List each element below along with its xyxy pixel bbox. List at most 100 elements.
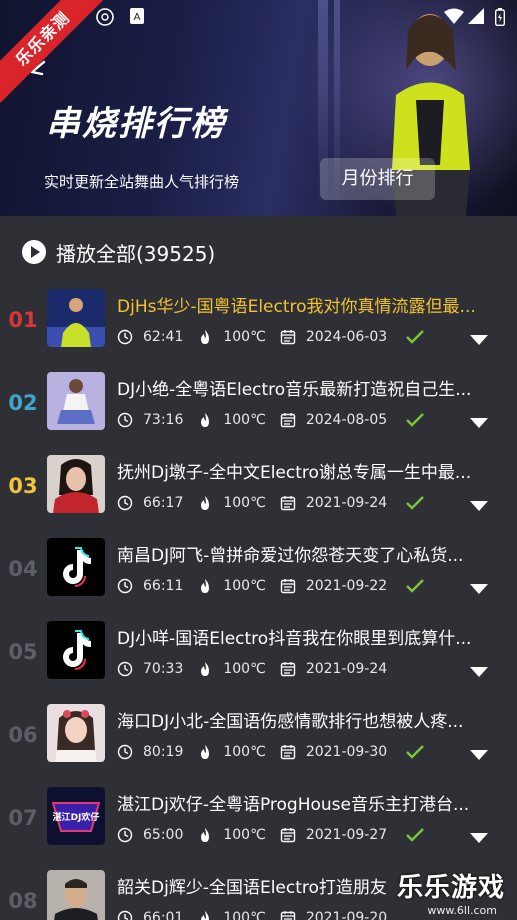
track-rank: 07 — [8, 806, 38, 830]
calendar-icon — [280, 662, 296, 677]
track-meta: 70:33 100℃ 2021-09-24 — [117, 659, 401, 679]
play-all-button[interactable]: 播放全部(39525) — [22, 234, 215, 270]
track-cover-image — [47, 704, 105, 762]
track-meta: 73:16 100℃ 2024-08-05 — [117, 410, 425, 430]
track-duration: 70:33 — [143, 661, 184, 677]
track-duration: 62:41 — [143, 329, 184, 345]
chevron-down-icon[interactable] — [470, 584, 488, 594]
header-banner: A 串烧排行榜 实时更新全站舞曲人气排行榜 月份排行 — [0, 0, 517, 216]
chevron-down-icon[interactable] — [470, 750, 488, 760]
check-icon — [406, 496, 425, 510]
chevron-down-icon[interactable] — [470, 501, 488, 511]
flame-icon — [201, 828, 210, 842]
track-heat: 100℃ — [223, 827, 266, 843]
track-row[interactable]: 03 抚州Dj墩子-全中文Electro谢总专属一生中最... 66:17 10… — [0, 446, 517, 529]
track-meta: 66:11 100℃ 2021-09-22 — [117, 576, 425, 596]
tiktok-logo-icon — [47, 621, 105, 679]
track-heat: 100℃ — [223, 744, 266, 760]
track-duration: 65:00 — [143, 827, 184, 843]
watermark-url: www.6ll.com — [427, 904, 497, 917]
disc-icon — [96, 8, 114, 26]
track-meta: 66:17 100℃ 2021-09-24 — [117, 493, 425, 513]
track-heat: 100℃ — [223, 412, 266, 428]
tiktok-logo-icon — [47, 538, 105, 596]
flame-icon — [201, 662, 210, 676]
track-heat: 100℃ — [223, 578, 266, 594]
svg-text:A: A — [134, 12, 141, 23]
calendar-icon — [280, 579, 296, 594]
track-cover-image: 湛江DJ欢仔 — [47, 787, 105, 845]
track-row[interactable]: 05 DJ小咩-国语Electro抖音我在你眼里到底算什... 70:33 10… — [0, 612, 517, 695]
check-icon — [406, 413, 425, 427]
track-rank: 08 — [8, 889, 38, 913]
track-meta: 62:41 100℃ 2024-06-03 — [117, 327, 425, 347]
clock-icon — [117, 744, 133, 760]
track-date: 2024-06-03 — [305, 329, 388, 345]
wifi-icon — [444, 8, 464, 24]
track-date: 2021-09-30 — [305, 744, 388, 760]
calendar-icon — [280, 828, 296, 843]
track-date: 2021-09-27 — [305, 827, 388, 843]
clock-icon — [117, 329, 133, 345]
track-rank: 03 — [8, 474, 38, 498]
clock-icon — [117, 412, 133, 428]
track-meta: 66:01 100℃ 2021-09-20 — [117, 908, 401, 920]
calendar-icon — [280, 413, 296, 428]
play-circle-icon — [22, 240, 46, 264]
flame-icon — [201, 579, 210, 593]
track-rank: 06 — [8, 723, 38, 747]
track-rank: 01 — [8, 308, 38, 332]
check-icon — [406, 579, 425, 593]
track-row[interactable]: 06 海口DJ小北-全国语伤感情歌排行也想被人疼... 80:19 100℃ 2… — [0, 695, 517, 778]
cover-text: 湛江DJ欢仔 — [53, 811, 100, 823]
battery-icon — [495, 8, 505, 26]
track-cover-image — [47, 870, 105, 920]
text-icon: A — [130, 8, 144, 24]
track-row[interactable]: 01 DjHs华少-国粤语Electro我对你真情流露但最... 62:41 1… — [0, 280, 517, 363]
chevron-down-icon[interactable] — [470, 667, 488, 677]
track-duration: 66:11 — [143, 578, 184, 594]
watermark: 乐乐游戏 www.6ll.com — [395, 866, 513, 920]
track-date: 2024-08-05 — [305, 412, 388, 428]
track-rank: 04 — [8, 557, 38, 581]
screen: A 串烧排行榜 实时更新全站舞曲人气排行榜 月份排行 乐乐亲测 播放全部(395… — [0, 0, 517, 920]
track-title: DJ小绝-全粤语Electro音乐最新打造祝自己生... — [117, 380, 472, 400]
flame-icon — [201, 330, 210, 344]
track-row[interactable]: 07 湛江DJ欢仔 湛江Dj欢仔-全粤语ProgHouse音乐主打港台... 6… — [0, 778, 517, 861]
track-meta: 80:19 100℃ 2021-09-30 — [117, 742, 425, 762]
signal-icon — [468, 8, 484, 24]
clock-icon — [117, 495, 133, 511]
track-date: 2021-09-20 — [305, 910, 388, 920]
chevron-down-icon[interactable] — [470, 833, 488, 843]
clock-icon — [117, 578, 133, 594]
track-rank: 02 — [8, 391, 38, 415]
track-row[interactable]: 04 南昌DJ阿飞-曾拼命爱过你怨苍天变了心私货... 66:11 100℃ 2… — [0, 529, 517, 612]
chevron-down-icon[interactable] — [470, 418, 488, 428]
track-title: 海口DJ小北-全国语伤感情歌排行也想被人疼... — [117, 712, 464, 732]
track-cover-image — [47, 372, 105, 430]
track-heat: 100℃ — [223, 910, 266, 920]
clock-icon — [117, 910, 133, 920]
month-ranking-button[interactable]: 月份排行 — [320, 158, 435, 200]
flame-icon — [201, 496, 210, 510]
page-title: 串烧排行榜 — [46, 104, 226, 144]
track-title: 湛江Dj欢仔-全粤语ProgHouse音乐主打港台... — [117, 795, 470, 815]
track-row[interactable]: 02 DJ小绝-全粤语Electro音乐最新打造祝自己生... 73:16 10… — [0, 363, 517, 446]
track-list: 01 DjHs华少-国粤语Electro我对你真情流露但最... 62:41 1… — [0, 280, 517, 920]
check-icon — [406, 828, 425, 842]
flame-icon — [201, 745, 210, 759]
clock-icon — [117, 661, 133, 677]
track-duration: 80:19 — [143, 744, 184, 760]
watermark-brand: 乐乐游戏 — [396, 873, 505, 903]
chevron-down-icon[interactable] — [470, 335, 488, 345]
calendar-icon — [280, 911, 296, 920]
track-title: 抚州Dj墩子-全中文Electro谢总专属一生中最... — [117, 463, 472, 483]
calendar-icon — [280, 745, 296, 760]
track-date: 2021-09-24 — [305, 495, 388, 511]
flame-icon — [201, 413, 210, 427]
check-icon — [406, 745, 425, 759]
track-duration: 66:01 — [143, 910, 184, 920]
calendar-icon — [280, 330, 296, 345]
flame-icon — [201, 911, 210, 920]
track-meta: 65:00 100℃ 2021-09-27 — [117, 825, 425, 845]
